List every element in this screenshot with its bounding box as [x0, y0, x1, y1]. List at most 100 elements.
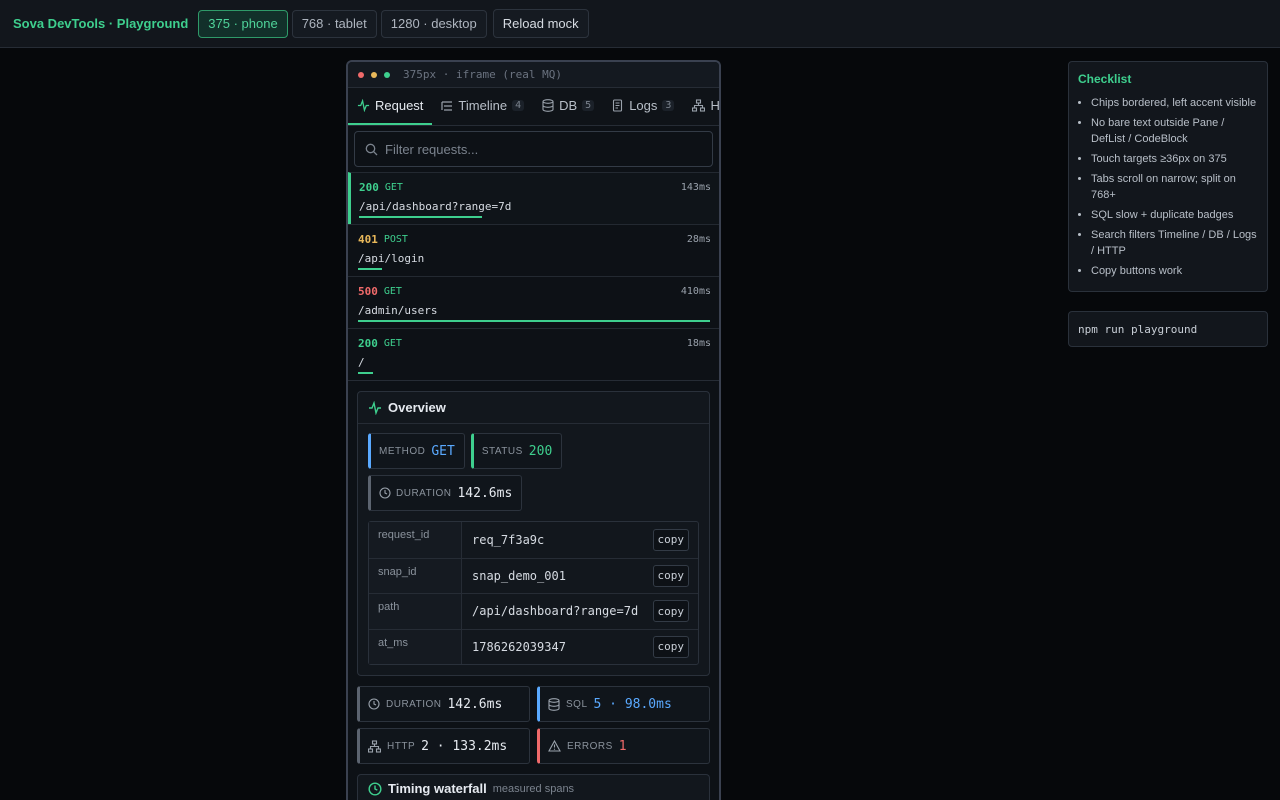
- overview-header: Overview: [358, 392, 709, 424]
- checklist-item: Tabs scroll on narrow; split on 768+: [1091, 171, 1258, 203]
- red-dot-icon: [358, 71, 364, 78]
- frame-label: 375px · iframe (real MQ): [403, 68, 562, 81]
- search-icon: [365, 143, 378, 155]
- deflist-value: /api/dashboard?range=7d: [472, 604, 639, 619]
- viewport-phone-button[interactable]: 375 · phone: [198, 9, 288, 38]
- stat-value: 142.6ms: [447, 696, 503, 712]
- stat-key: ERRORS: [567, 740, 613, 752]
- database-icon: [548, 697, 560, 711]
- search-box: [354, 131, 713, 167]
- deflist-key: snap_id: [369, 558, 462, 593]
- http-stat: HTTP 2 · 133.2ms: [357, 728, 530, 764]
- checklist-list: Chips bordered, left accent visible No b…: [1078, 95, 1258, 279]
- request-row[interactable]: 401 POST 28ms /api/login: [348, 224, 719, 276]
- stat-value: 5 · 98.0ms: [593, 696, 672, 712]
- copy-button[interactable]: copy: [652, 564, 689, 587]
- pulse-icon: [369, 400, 381, 415]
- clock-icon: [368, 781, 382, 796]
- request-status: 200: [359, 181, 379, 194]
- pulse-icon: [357, 99, 370, 112]
- search-wrap: [348, 126, 719, 172]
- request-list: 200 GET 143ms /api/dashboard?range=7d 40…: [348, 172, 719, 380]
- top-bar: Sova DevTools · Playground 375 · phone 7…: [0, 0, 1280, 48]
- yellow-dot-icon: [371, 71, 377, 78]
- checklist-panel: Checklist Chips bordered, left accent vi…: [1068, 61, 1268, 292]
- copy-button[interactable]: copy: [652, 600, 689, 623]
- list-icon: [441, 100, 453, 111]
- chip-value: 200: [528, 443, 553, 459]
- deflist-key: path: [369, 594, 462, 629]
- request-duration: 28ms: [686, 234, 711, 245]
- request-method: GET: [384, 182, 403, 193]
- checklist-item: Copy buttons work: [1091, 263, 1258, 279]
- deflist-value: 1786262039347: [472, 639, 566, 654]
- request-method: GET: [383, 338, 402, 349]
- request-duration-bar: [358, 372, 373, 374]
- tab-count: 4: [512, 100, 525, 111]
- network-icon: [692, 99, 706, 112]
- tab-request[interactable]: Request: [348, 88, 433, 125]
- checklist-item: Chips bordered, left accent visible: [1091, 95, 1258, 111]
- request-duration: 143ms: [680, 182, 711, 193]
- chip-key: STATUS: [481, 445, 523, 457]
- tab-db[interactable]: DB 5: [533, 88, 603, 125]
- scroll-icon: [613, 99, 623, 112]
- request-duration: 18ms: [686, 338, 711, 349]
- checklist-item: Touch targets ≥36px on 375: [1091, 151, 1258, 167]
- search-input[interactable]: [385, 141, 685, 157]
- request-duration: 410ms: [680, 286, 711, 297]
- tab-label: Request: [375, 98, 424, 113]
- deflist-value: req_7f3a9c: [472, 532, 545, 547]
- waterfall-title: Timing waterfall: [388, 781, 487, 796]
- deflist-row: request_id req_7f3a9c copy: [369, 522, 698, 558]
- database-icon: [542, 99, 554, 112]
- request-path: /api/dashboard?range=7d: [359, 200, 512, 213]
- reload-mock-button[interactable]: Reload mock: [492, 9, 589, 38]
- deflist-row: path /api/dashboard?range=7d copy: [369, 593, 698, 629]
- request-row[interactable]: 200 GET 143ms /api/dashboard?range=7d: [348, 172, 719, 224]
- request-status: 200: [358, 337, 378, 350]
- network-icon: [368, 739, 381, 753]
- stat-key: DURATION: [386, 698, 442, 710]
- tab-label: HTTP: [710, 98, 719, 113]
- warning-icon: [548, 740, 561, 752]
- tab-count: 5: [582, 100, 595, 111]
- clock-icon: [368, 698, 380, 710]
- stat-value: 1: [618, 738, 627, 754]
- request-row[interactable]: 200 GET 18ms /: [348, 328, 719, 380]
- request-duration-bar: [358, 268, 382, 270]
- method-chip: METHOD GET: [368, 433, 465, 469]
- viewport-desktop-button[interactable]: 1280 · desktop: [380, 9, 487, 38]
- overview-pane: Overview METHOD GET STATUS 200 DURATION: [357, 391, 710, 676]
- tab-logs[interactable]: Logs 3: [603, 88, 683, 125]
- request-duration-bar: [358, 320, 710, 322]
- checklist-item: Search filters Timeline / DB / Logs / HT…: [1091, 227, 1258, 259]
- checklist-title: Checklist: [1078, 72, 1132, 86]
- tab-count: 3: [662, 100, 675, 111]
- command-text: npm run playground: [1078, 322, 1198, 336]
- copy-button[interactable]: copy: [652, 528, 689, 551]
- request-path: /: [358, 356, 365, 369]
- waterfall-subtitle: measured spans: [492, 782, 575, 795]
- request-row[interactable]: 500 GET 410ms /admin/users: [348, 276, 719, 328]
- errors-stat: ERRORS 1: [537, 728, 710, 764]
- clock-icon: [379, 487, 391, 499]
- chip-key: DURATION: [396, 487, 452, 499]
- stat-key: SQL: [566, 698, 588, 710]
- tab-timeline[interactable]: Timeline 4: [432, 88, 533, 125]
- deflist-key: at_ms: [369, 629, 462, 664]
- deflist-row: at_ms 1786262039347 copy: [369, 628, 698, 664]
- checklist-item: No bare text outside Pane / DefList / Co…: [1091, 115, 1258, 147]
- duration-stat: DURATION 142.6ms: [357, 686, 530, 722]
- tab-label: DB: [559, 98, 578, 113]
- status-chip: STATUS 200: [470, 433, 563, 469]
- green-dot-icon: [384, 71, 390, 78]
- chip-value: GET: [431, 443, 455, 459]
- viewport-tablet-button[interactable]: 768 · tablet: [291, 9, 377, 38]
- timing-waterfall-header: Timing waterfall measured spans: [357, 774, 710, 800]
- overview-title: Overview: [388, 400, 446, 415]
- app-title: Sova DevTools · Playground: [13, 16, 189, 31]
- request-path: /api/login: [358, 252, 425, 265]
- tab-http[interactable]: HTTP: [683, 88, 719, 125]
- copy-button[interactable]: copy: [652, 635, 689, 658]
